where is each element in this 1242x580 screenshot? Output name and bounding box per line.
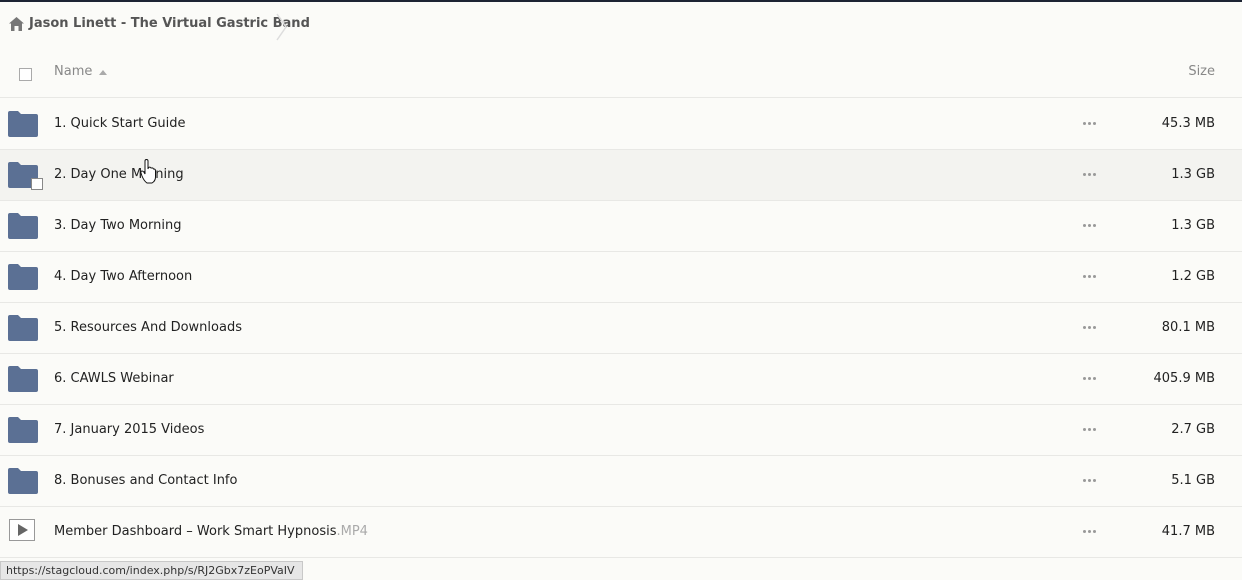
file-name[interactable]: 8. Bonuses and Contact Info xyxy=(54,473,237,488)
file-row[interactable]: 6. CAWLS Webinar 405.9 MB xyxy=(0,354,1242,405)
file-size: 1.3 GB xyxy=(1171,167,1215,182)
folder-icon[interactable] xyxy=(8,315,38,341)
status-bar-url: https://stagcloud.com/index.php/s/RJ2Gbx… xyxy=(0,561,303,580)
breadcrumb: Jason Linett - The Virtual Gastric Band xyxy=(0,2,1242,46)
file-size: 41.7 MB xyxy=(1161,524,1215,539)
file-row[interactable]: 5. Resources And Downloads 80.1 MB xyxy=(0,303,1242,354)
file-row[interactable]: Member Dashboard – Work Smart Hypnosis.M… xyxy=(0,507,1242,558)
more-actions-icon[interactable] xyxy=(1083,377,1099,383)
select-all-checkbox[interactable] xyxy=(19,68,32,81)
more-actions-icon[interactable] xyxy=(1083,122,1099,128)
folder-icon[interactable] xyxy=(8,213,38,239)
size-column-header[interactable]: Size xyxy=(1188,64,1215,79)
file-size: 45.3 MB xyxy=(1161,116,1215,131)
file-name[interactable]: 5. Resources And Downloads xyxy=(54,320,242,335)
sort-ascending-icon[interactable] xyxy=(99,70,107,75)
folder-icon[interactable] xyxy=(8,111,38,137)
file-size: 80.1 MB xyxy=(1161,320,1215,335)
file-size: 405.9 MB xyxy=(1153,371,1215,386)
file-row[interactable]: 2. Day One Morning 1.3 GB xyxy=(0,150,1242,201)
video-icon[interactable] xyxy=(9,519,35,541)
more-actions-icon[interactable] xyxy=(1083,173,1099,179)
row-select-checkbox[interactable] xyxy=(31,178,43,190)
more-actions-icon[interactable] xyxy=(1083,428,1099,434)
file-name[interactable]: 7. January 2015 Videos xyxy=(54,422,204,437)
home-icon[interactable] xyxy=(9,17,24,31)
name-column-header[interactable]: Name xyxy=(54,64,92,79)
more-actions-icon[interactable] xyxy=(1083,530,1099,536)
file-size: 2.7 GB xyxy=(1171,422,1215,437)
more-actions-icon[interactable] xyxy=(1083,326,1099,332)
file-row[interactable]: 8. Bonuses and Contact Info 5.1 GB xyxy=(0,456,1242,507)
file-name[interactable]: 1. Quick Start Guide xyxy=(54,116,186,131)
file-name[interactable]: 4. Day Two Afternoon xyxy=(54,269,192,284)
file-row[interactable]: 4. Day Two Afternoon 1.2 GB xyxy=(0,252,1242,303)
folder-icon[interactable] xyxy=(8,264,38,290)
more-actions-icon[interactable] xyxy=(1083,275,1099,281)
file-list-header: Name Size xyxy=(0,48,1242,98)
folder-icon[interactable] xyxy=(8,366,38,392)
file-name[interactable]: 2. Day One Morning xyxy=(54,167,184,182)
file-size: 1.3 GB xyxy=(1171,218,1215,233)
file-name[interactable]: 6. CAWLS Webinar xyxy=(54,371,174,386)
file-name[interactable]: 3. Day Two Morning xyxy=(54,218,181,233)
breadcrumb-folder-link[interactable]: Jason Linett - The Virtual Gastric Band xyxy=(29,16,310,31)
more-actions-icon[interactable] xyxy=(1083,479,1099,485)
file-list: 1. Quick Start Guide 45.3 MB 2. Day One … xyxy=(0,99,1242,558)
file-row[interactable]: 1. Quick Start Guide 45.3 MB xyxy=(0,99,1242,150)
folder-icon[interactable] xyxy=(8,468,38,494)
chevron-right-icon xyxy=(276,13,287,41)
file-row[interactable]: 3. Day Two Morning 1.3 GB xyxy=(0,201,1242,252)
file-row[interactable]: 7. January 2015 Videos 2.7 GB xyxy=(0,405,1242,456)
folder-icon[interactable] xyxy=(8,417,38,443)
more-actions-icon[interactable] xyxy=(1083,224,1099,230)
file-size: 5.1 GB xyxy=(1171,473,1215,488)
file-name[interactable]: Member Dashboard – Work Smart Hypnosis.M… xyxy=(54,524,368,539)
file-size: 1.2 GB xyxy=(1171,269,1215,284)
